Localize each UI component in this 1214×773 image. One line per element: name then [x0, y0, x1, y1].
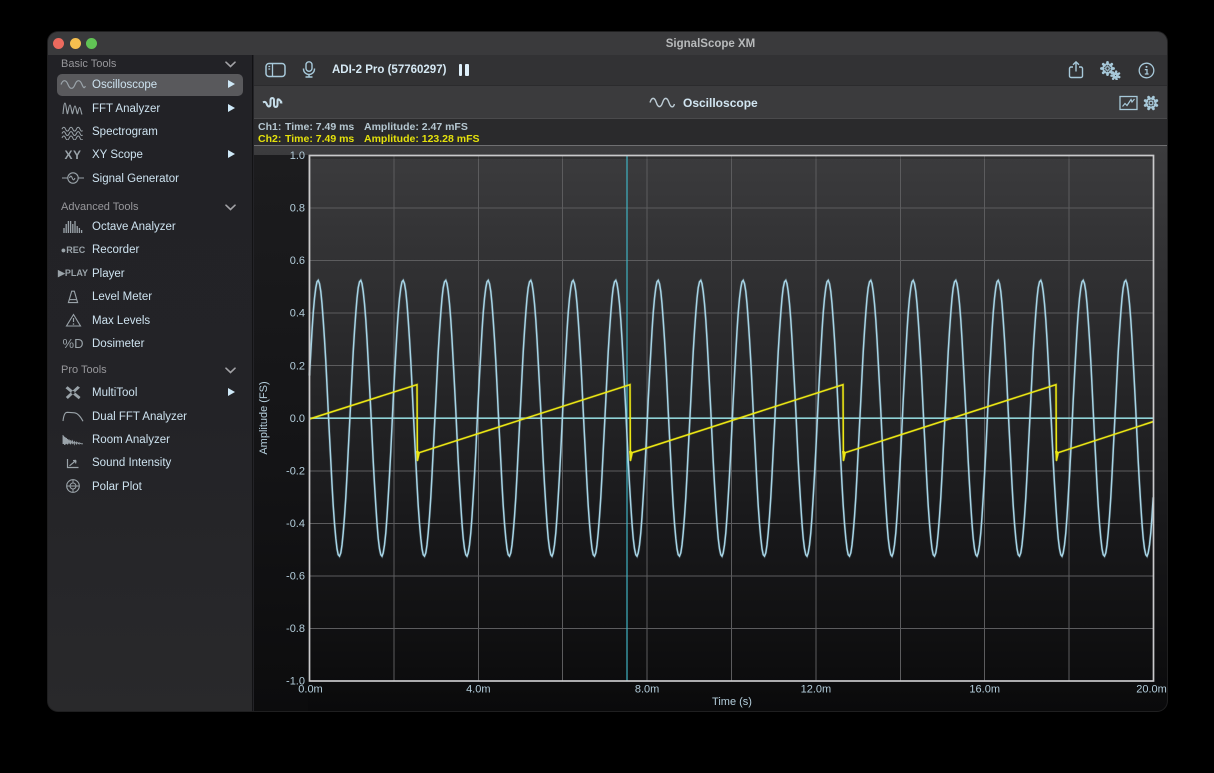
- svg-text:0.0: 0.0: [290, 413, 305, 425]
- svg-text:0.8: 0.8: [290, 203, 305, 215]
- svg-text:-0.4: -0.4: [286, 518, 305, 530]
- svg-text:0.0m: 0.0m: [298, 684, 322, 696]
- svg-text:0.4: 0.4: [290, 308, 305, 320]
- svg-text:0.6: 0.6: [290, 255, 305, 267]
- svg-text:-0.8: -0.8: [286, 623, 305, 635]
- svg-text:Time (s): Time (s): [712, 696, 752, 708]
- svg-text:8.0m: 8.0m: [635, 684, 659, 696]
- svg-text:4.0m: 4.0m: [466, 684, 490, 696]
- svg-text:0.2: 0.2: [290, 360, 305, 372]
- svg-text:20.0m: 20.0m: [1136, 684, 1167, 696]
- svg-text:12.0m: 12.0m: [801, 684, 832, 696]
- svg-text:1.0: 1.0: [290, 150, 305, 162]
- svg-text:Amplitude (FS): Amplitude (FS): [258, 381, 270, 454]
- svg-text:-0.2: -0.2: [286, 465, 305, 477]
- svg-text:16.0m: 16.0m: [969, 684, 1000, 696]
- svg-text:-0.6: -0.6: [286, 571, 305, 583]
